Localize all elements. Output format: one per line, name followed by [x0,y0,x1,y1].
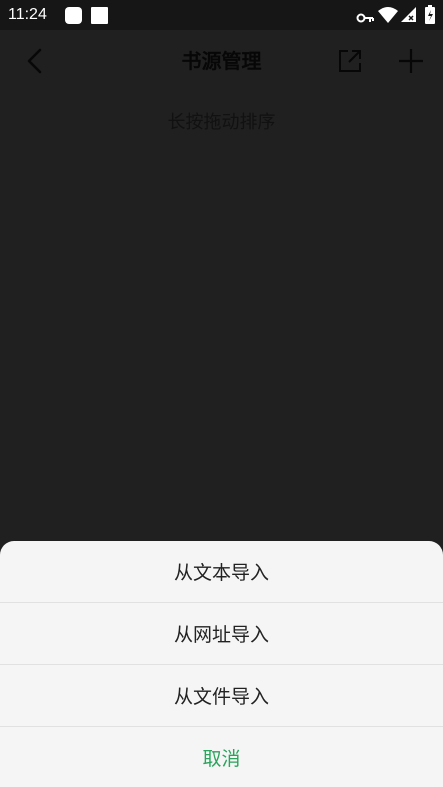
signal-icon [401,7,416,26]
export-icon[interactable] [338,49,362,77]
vpn-key-icon [356,9,374,28]
app-bar: 书源管理 [0,30,443,92]
import-from-text-option[interactable]: 从文本导入 [0,541,443,603]
import-from-file-option[interactable]: 从文件导入 [0,665,443,727]
cancel-button[interactable]: 取消 [0,727,443,787]
import-from-url-option[interactable]: 从网址导入 [0,603,443,665]
status-time: 11:24 [8,6,47,23]
status-bar: 11:24 [0,0,443,30]
add-icon[interactable] [398,48,424,78]
notification-square-icon [90,6,109,29]
import-bottom-sheet: 从文本导入 从网址导入 从文件导入 取消 [0,541,443,787]
page-title: 书源管理 [181,49,262,73]
notification-square-icon [64,6,83,29]
wifi-icon [378,7,398,27]
drag-sort-hint: 长按拖动排序 [167,112,276,133]
battery-icon [425,5,435,28]
